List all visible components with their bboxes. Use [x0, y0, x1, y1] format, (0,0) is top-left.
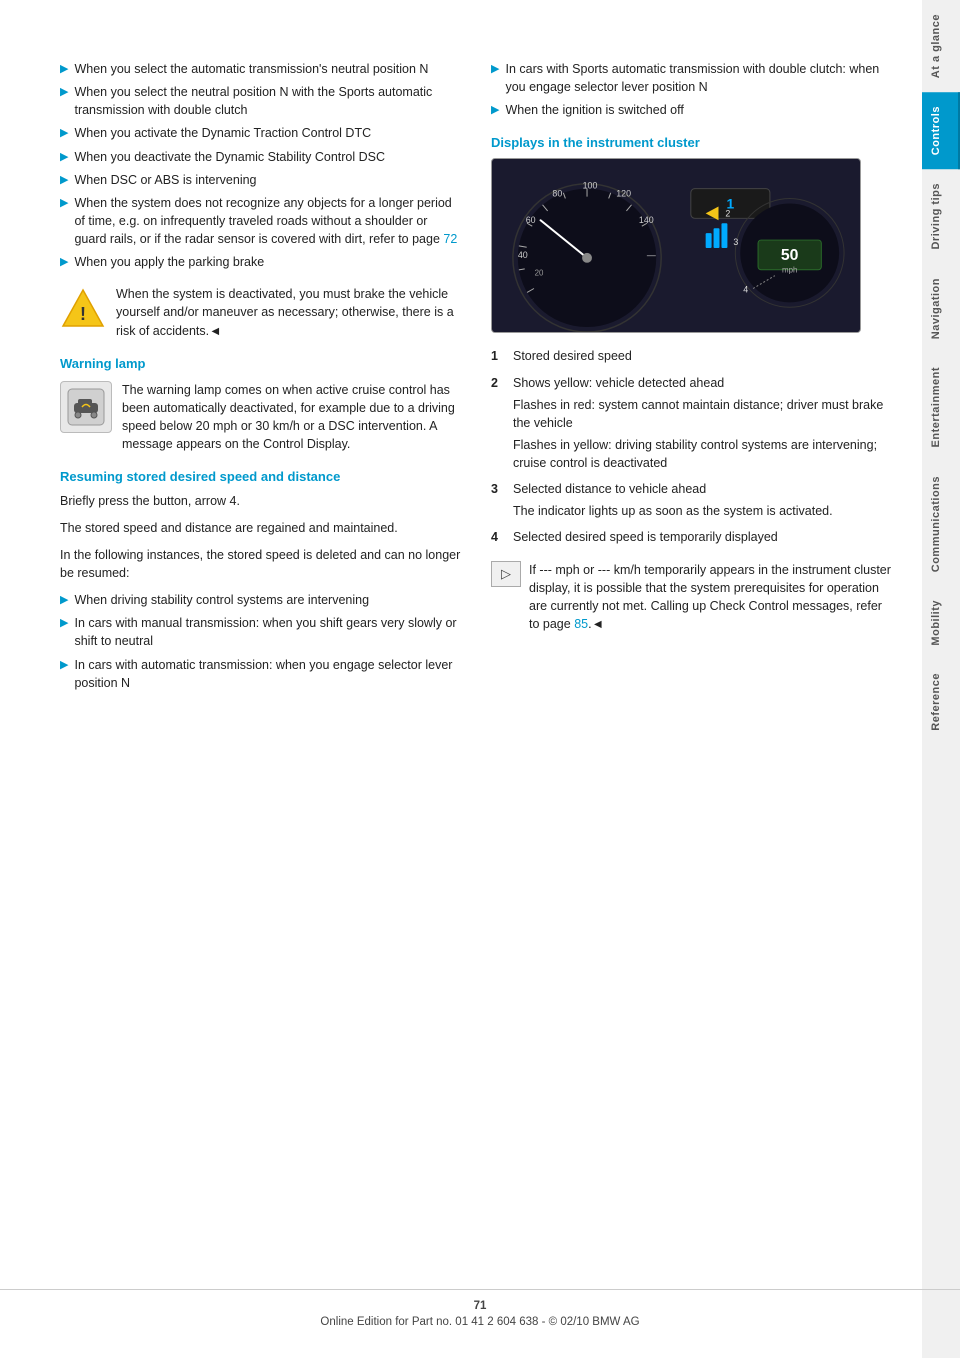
note-box: ▷ If --- mph or --- km/h temporarily app…: [491, 561, 892, 634]
list-item: ▶ When the system does not recognize any…: [60, 194, 461, 248]
list-item-text: When you select the neutral position N w…: [74, 83, 461, 119]
list-item: ▶ In cars with manual transmission: when…: [60, 614, 461, 650]
svg-text:4: 4: [743, 285, 748, 295]
bullet-arrow-icon: ▶: [60, 85, 68, 101]
svg-text:100: 100: [583, 181, 598, 191]
sidebar-tab-controls[interactable]: Controls: [922, 92, 960, 169]
numbered-item-1: 1 Stored desired speed: [491, 347, 892, 365]
list-item: ▶ When you activate the Dynamic Traction…: [60, 124, 461, 142]
svg-text:2: 2: [725, 209, 730, 219]
bullet-arrow-icon: ▶: [60, 658, 68, 674]
list-item: ▶ When DSC or ABS is intervening: [60, 171, 461, 189]
list-item-text: When the system does not recognize any o…: [74, 194, 461, 248]
svg-text:50: 50: [781, 247, 799, 264]
svg-text:40: 40: [518, 250, 528, 260]
numbered-item-4: 4 Selected desired speed is temporarily …: [491, 528, 892, 546]
warning-box: ! When the system is deactivated, you mu…: [60, 285, 461, 339]
main-content: ▶ When you select the automatic transmis…: [0, 0, 922, 1358]
svg-text:140: 140: [639, 216, 654, 226]
right-bullet-list: ▶ In cars with Sports automatic transmis…: [491, 60, 892, 119]
bullet-arrow-icon: ▶: [60, 196, 68, 212]
display-section-heading: Displays in the instrument cluster: [491, 135, 892, 150]
list-item-text: When driving stability control systems a…: [74, 591, 369, 609]
list-item: ▶ When you deactivate the Dynamic Stabil…: [60, 148, 461, 166]
svg-text:!: !: [80, 304, 86, 324]
instrument-cluster-image: 40 60 80 100 120 140 — 20 1: [491, 158, 861, 333]
warning-lamp-text: The warning lamp comes on when active cr…: [122, 381, 461, 454]
svg-text:20: 20: [535, 269, 544, 278]
sidebar-tab-at-a-glance[interactable]: At a glance: [922, 0, 960, 92]
list-item-text: In cars with Sports automatic transmissi…: [505, 60, 892, 96]
resuming-para3: In the following instances, the stored s…: [60, 546, 461, 584]
lamp-icon: [60, 381, 112, 433]
note-text: If --- mph or --- km/h temporarily appea…: [529, 561, 892, 634]
list-item: ▶ When you apply the parking brake: [60, 253, 461, 271]
list-item-text: When DSC or ABS is intervening: [74, 171, 256, 189]
bullet-arrow-icon: ▶: [60, 150, 68, 166]
svg-text:60: 60: [526, 216, 536, 226]
list-item-text: In cars with automatic transmission: whe…: [74, 656, 461, 692]
top-bullet-list: ▶ When you select the automatic transmis…: [60, 60, 461, 271]
bullet-arrow-icon: ▶: [491, 103, 499, 119]
list-item: ▶ When you select the automatic transmis…: [60, 60, 461, 78]
svg-text:3: 3: [733, 237, 738, 247]
svg-text:120: 120: [616, 189, 631, 199]
bullet-arrow-icon: ▶: [60, 255, 68, 271]
bullet-arrow-icon: ▶: [60, 126, 68, 142]
page-container: ▶ When you select the automatic transmis…: [0, 0, 960, 1358]
resuming-para2: The stored speed and distance are regain…: [60, 519, 461, 538]
list-item: ▶ When you select the neutral position N…: [60, 83, 461, 119]
bullet-arrow-icon: ▶: [491, 62, 499, 78]
bullet-arrow-icon: ▶: [60, 593, 68, 609]
numbered-item-2: 2 Shows yellow: vehicle detected ahead F…: [491, 374, 892, 473]
list-item-text: When the ignition is switched off: [505, 101, 683, 119]
svg-text:mph: mph: [782, 266, 797, 275]
list-item-text: In cars with manual transmission: when y…: [74, 614, 461, 650]
sidebar: At a glance Controls Driving tips Naviga…: [922, 0, 960, 1358]
cluster-numbered-list: 1 Stored desired speed 2 Shows yellow: v…: [491, 347, 892, 546]
bullet-arrow-icon: ▶: [60, 62, 68, 78]
list-item: ▶ When driving stability control systems…: [60, 591, 461, 609]
right-column: ▶ In cars with Sports automatic transmis…: [491, 60, 892, 1298]
left-column: ▶ When you select the automatic transmis…: [60, 60, 461, 1298]
resuming-bullet-list: ▶ When driving stability control systems…: [60, 591, 461, 692]
list-item-text: When you deactivate the Dynamic Stabilit…: [74, 148, 385, 166]
list-item: ▶ When the ignition is switched off: [491, 101, 892, 119]
svg-text:80: 80: [552, 189, 562, 199]
numbered-item-3: 3 Selected distance to vehicle ahead The…: [491, 480, 892, 520]
warning-lamp-heading: Warning lamp: [60, 356, 461, 371]
sidebar-tab-navigation[interactable]: Navigation: [922, 264, 960, 353]
list-item-text: When you activate the Dynamic Traction C…: [74, 124, 371, 142]
bullet-arrow-icon: ▶: [60, 173, 68, 189]
sidebar-tab-reference[interactable]: Reference: [922, 659, 960, 745]
sidebar-tab-entertainment[interactable]: Entertainment: [922, 353, 960, 461]
resuming-section-heading: Resuming stored desired speed and distan…: [60, 469, 461, 484]
warning-body-text: When the system is deactivated, you must…: [116, 285, 461, 339]
warning-triangle-icon: !: [60, 285, 106, 331]
bullet-arrow-icon: ▶: [60, 616, 68, 632]
list-item-text: When you select the automatic transmissi…: [74, 60, 428, 78]
resuming-para1: Briefly press the button, arrow 4.: [60, 492, 461, 511]
list-item: ▶ In cars with automatic transmission: w…: [60, 656, 461, 692]
footer-text: Online Edition for Part no. 01 41 2 604 …: [0, 1316, 960, 1328]
sidebar-tab-communications[interactable]: Communications: [922, 462, 960, 586]
svg-text:—: —: [647, 250, 656, 260]
sidebar-tab-driving-tips[interactable]: Driving tips: [922, 169, 960, 264]
list-item-text: When you apply the parking brake: [74, 253, 264, 271]
list-item: ▶ In cars with Sports automatic transmis…: [491, 60, 892, 96]
page-footer: 71 Online Edition for Part no. 01 41 2 6…: [0, 1289, 960, 1328]
sidebar-tab-mobility[interactable]: Mobility: [922, 586, 960, 660]
note-arrow-icon: ▷: [491, 561, 521, 587]
page-number: 71: [0, 1300, 960, 1312]
warning-lamp-box: The warning lamp comes on when active cr…: [60, 381, 461, 454]
